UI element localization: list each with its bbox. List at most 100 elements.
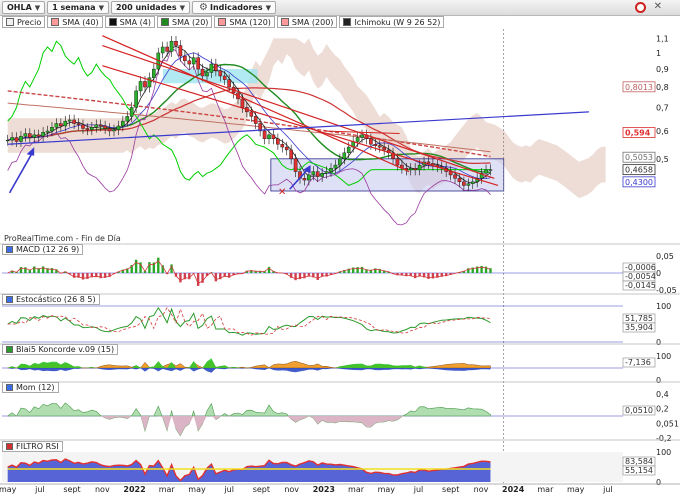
candle-body <box>36 134 41 137</box>
candle-body <box>382 146 386 151</box>
panel-title-rsi[interactable]: FILTRO RSI <box>2 441 63 452</box>
panel-y-tick: 100 <box>656 448 671 457</box>
koncorde-green-area <box>7 358 491 368</box>
candle-body <box>470 181 475 184</box>
panel-title-stochastic[interactable]: Estocástico (26 8 5) <box>2 294 100 305</box>
candle-body <box>103 125 107 129</box>
legend-label: SMA (40) <box>62 17 99 27</box>
x-axis-label: sept <box>253 485 270 494</box>
candle-body <box>152 68 156 78</box>
stoch-k-line <box>7 306 491 336</box>
x-axis-label: sept <box>63 485 80 494</box>
panel-badge-label: -7,136 <box>625 358 651 367</box>
candle-body <box>28 133 32 138</box>
panel-y-tick: 100 <box>656 352 671 361</box>
candle-body <box>121 120 125 127</box>
legend-item-2[interactable]: SMA (4) <box>104 16 155 28</box>
candle-body <box>125 116 130 122</box>
koncorde-swatch <box>6 346 13 353</box>
candle-body <box>14 137 19 142</box>
x-axis-label: may <box>378 485 396 494</box>
candle-body <box>289 149 293 160</box>
candle-body <box>129 107 134 117</box>
legend-swatch <box>280 18 289 26</box>
x-axis-label: nov <box>474 485 489 494</box>
panel-badge-label: 35,904 <box>625 323 653 332</box>
mom-negative-area <box>7 416 491 436</box>
macd-histogram-bar <box>134 259 138 273</box>
candle-body <box>267 134 271 140</box>
candle-body <box>342 152 347 160</box>
legend-label: SMA (200) <box>291 17 334 27</box>
legend-item-3[interactable]: SMA (20) <box>156 16 213 28</box>
candle-body <box>23 133 28 137</box>
candle-body <box>67 119 72 122</box>
candle-body <box>360 134 364 138</box>
candle-body <box>227 79 231 88</box>
panel-title-macd[interactable]: MACD (12 26 9) <box>2 244 84 255</box>
candle-body <box>187 60 192 65</box>
candle-body <box>200 68 205 77</box>
candle-body <box>50 127 54 132</box>
legend-label: SMA (120) <box>229 17 271 27</box>
candle-body <box>54 123 59 128</box>
candle-body <box>315 171 320 177</box>
x-axis-label: may <box>567 485 585 494</box>
panel-title-momentum[interactable]: Mom (12) <box>2 382 59 393</box>
legend-item-5[interactable]: SMA (200) <box>276 16 338 28</box>
candle-body <box>462 181 466 186</box>
candle-body <box>41 132 45 137</box>
legend-label: SMA (20) <box>171 17 209 27</box>
x-axis-label: jul <box>602 485 613 494</box>
stochastic-swatch <box>6 296 13 303</box>
candle-body <box>377 145 382 148</box>
panel-y-tick: 0 <box>656 478 661 487</box>
legend-swatch <box>108 18 117 26</box>
candle-body <box>311 171 316 176</box>
legend-item-1[interactable]: SMA (40) <box>47 16 103 28</box>
candle-body <box>116 125 121 130</box>
candle-body <box>90 127 94 130</box>
x-axis-label: sept <box>442 485 459 494</box>
candle-body <box>138 81 143 92</box>
candle-body <box>369 138 373 145</box>
macd-histogram-bar <box>179 273 182 283</box>
candle-body <box>346 146 351 154</box>
candle-body <box>94 124 99 128</box>
candle-body <box>76 123 81 125</box>
candle-body <box>45 130 50 133</box>
candle-body <box>408 168 413 171</box>
candle-body <box>10 137 14 141</box>
panel-y-tick: 0,051 <box>656 419 679 428</box>
x-axis-label: jul <box>223 485 234 494</box>
price-y-tick: 0,8 <box>656 83 669 92</box>
panel-badge-label: 0,0510 <box>625 406 653 415</box>
candle-body <box>457 178 462 183</box>
panel-y-tick: 0 <box>656 338 661 347</box>
candle-body <box>222 75 227 80</box>
legend-item-6[interactable]: Ichimoku (W 9 26 52) <box>339 16 445 28</box>
stoch-d-line <box>7 307 491 336</box>
x-axis-label: mar <box>537 485 554 494</box>
candle-body <box>134 90 138 108</box>
price-y-tick: 0,6 <box>656 127 669 136</box>
panel-badge-label: -0,0054 <box>625 272 656 281</box>
legend-item-0[interactable]: Precio <box>2 16 46 28</box>
macd-histogram-bar <box>148 262 151 273</box>
legend-item-4[interactable]: SMA (120) <box>214 16 275 28</box>
candle-body <box>72 119 76 124</box>
x-axis-label: mar <box>159 485 176 494</box>
panel-y-tick: 0,2 <box>656 405 669 414</box>
price-badge-label: 0,8013 <box>625 83 653 92</box>
chart-canvas: ✕ 1,1 1 0,9 0,8 0,7 0,6 0,5 0,8013 0,594 0,5053 0,4… <box>0 29 680 494</box>
candle-body <box>174 41 178 46</box>
macd-histogram-bar <box>157 257 160 273</box>
panel-badge-label: -0,0145 <box>625 281 656 290</box>
candle-body <box>218 70 223 77</box>
candle-body <box>81 124 85 129</box>
panel-title-label: MACD (12 26 9) <box>16 245 80 254</box>
price-badge-label: 0,4300 <box>625 178 653 187</box>
panel-title-koncorde[interactable]: Blai5 Koncorde v.09 (15) <box>2 344 119 355</box>
candle-body <box>333 164 338 169</box>
x-axis-label: jul <box>34 485 45 494</box>
